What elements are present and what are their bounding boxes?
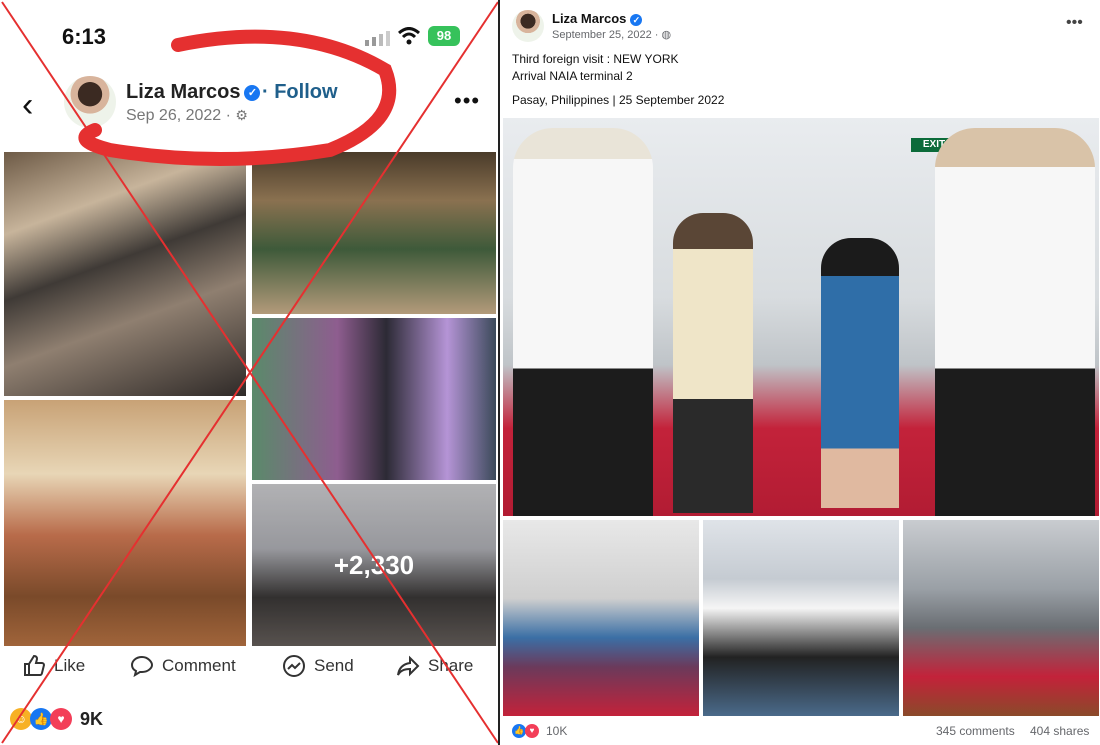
battery-indicator: 98 bbox=[428, 26, 460, 46]
send-icon bbox=[283, 655, 305, 677]
mobile-post-screenshot: 6:13 98 ‹ Liza Marcos ✓ · Follow Sep 26, … bbox=[0, 0, 500, 745]
wifi-icon bbox=[398, 27, 420, 45]
globe-icon: ◍ bbox=[661, 29, 672, 41]
caption-line-1: Third foreign visit : NEW YORK bbox=[512, 52, 679, 66]
photo-speaker-podium[interactable] bbox=[252, 318, 496, 480]
caption-location: Pasay, Philippines | 25 September 2022 bbox=[512, 93, 725, 107]
like-label[interactable]: Like bbox=[54, 656, 85, 676]
comment-label[interactable]: Comment bbox=[162, 656, 236, 676]
haha-reaction-icon: ☺ bbox=[10, 708, 32, 730]
follow-button[interactable]: · Follow bbox=[262, 81, 338, 104]
person-right-guard bbox=[935, 128, 1095, 516]
shares-count[interactable]: 404 shares bbox=[1030, 724, 1089, 738]
post-date-row[interactable]: September 25, 2022 · ◍ bbox=[552, 28, 671, 41]
love-reaction-icon: ♥ bbox=[525, 724, 539, 738]
photo-salon-group[interactable] bbox=[4, 400, 246, 646]
comment-button[interactable]: Comment bbox=[130, 654, 236, 678]
verified-badge-icon: ✓ bbox=[630, 13, 643, 26]
desktop-reactions[interactable]: 👍 ♥ 10K bbox=[512, 724, 567, 738]
send-button[interactable]: Send bbox=[282, 654, 354, 678]
post-date-row: Sep 26, 2022 · ⚙ bbox=[126, 107, 248, 124]
author-name-container[interactable]: Liza Marcos ✓ bbox=[126, 81, 261, 104]
photo-seated-audience[interactable] bbox=[4, 152, 246, 396]
author-name[interactable]: Liza Marcos bbox=[552, 11, 626, 26]
author-avatar[interactable] bbox=[512, 10, 544, 42]
like-button[interactable]: Like bbox=[22, 654, 85, 678]
back-arrow-icon[interactable]: ‹ bbox=[22, 86, 33, 125]
comment-icon bbox=[130, 655, 154, 678]
send-label[interactable]: Send bbox=[314, 656, 354, 676]
like-reaction-icon: 👍 bbox=[512, 724, 526, 738]
status-time: 6:13 bbox=[62, 24, 107, 49]
like-icon bbox=[24, 654, 46, 676]
desktop-reaction-count[interactable]: 10K bbox=[546, 724, 567, 738]
person-waving-man bbox=[673, 213, 753, 513]
photo-arrival-walkway[interactable]: EXIT bbox=[503, 118, 1099, 516]
more-photos-count[interactable]: +2,330 bbox=[252, 484, 496, 646]
reactions-summary[interactable]: ☺ 👍 ♥ 9K bbox=[10, 708, 103, 730]
more-options-icon[interactable]: ••• bbox=[1066, 14, 1083, 32]
author-name[interactable]: Liza Marcos bbox=[126, 81, 240, 103]
signal-icon bbox=[365, 31, 390, 46]
person-woman-blue-dress bbox=[821, 238, 899, 508]
share-button[interactable]: Share bbox=[396, 654, 473, 678]
caption-line-2: Arrival NAIA terminal 2 bbox=[512, 69, 633, 83]
comments-count[interactable]: 345 comments bbox=[936, 724, 1015, 738]
author-name-row[interactable]: Liza Marcos ✓ bbox=[552, 11, 643, 26]
photo-banquet-hall[interactable] bbox=[252, 152, 496, 314]
share-icon bbox=[397, 655, 420, 677]
post-date[interactable]: September 25, 2022 · bbox=[552, 29, 658, 41]
post-date: Sep 26, 2022 bbox=[126, 107, 222, 124]
love-reaction-icon: ♥ bbox=[50, 708, 72, 730]
gear-icon: ⚙ bbox=[235, 107, 248, 123]
avatar[interactable] bbox=[64, 76, 116, 128]
photo-meeting-officials[interactable] bbox=[703, 520, 899, 716]
follow-label[interactable]: Follow bbox=[274, 81, 337, 103]
more-options-icon[interactable]: ••• bbox=[454, 88, 480, 114]
photo-group-portrait[interactable]: +2,330 bbox=[252, 484, 496, 646]
person-left-guard bbox=[513, 128, 653, 516]
post-actions-bar: Like Comment Send Share bbox=[0, 654, 498, 690]
status-bar: 6:13 98 bbox=[0, 18, 498, 52]
verified-badge-icon: ✓ bbox=[244, 84, 261, 101]
share-label[interactable]: Share bbox=[428, 656, 473, 676]
reaction-count[interactable]: 9K bbox=[80, 709, 103, 730]
like-reaction-icon: 👍 bbox=[30, 708, 52, 730]
photo-terminal-staff[interactable] bbox=[503, 520, 699, 716]
photo-terminal-hall[interactable] bbox=[903, 520, 1099, 716]
